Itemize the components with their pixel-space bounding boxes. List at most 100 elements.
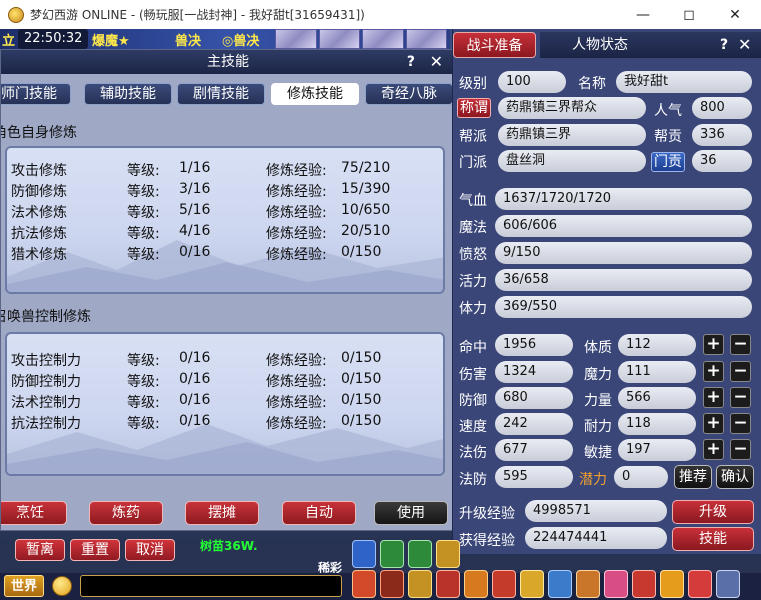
toolbar-icon[interactable] — [380, 570, 404, 598]
cancel-button[interactable]: 取消 — [125, 539, 175, 561]
popularity-field: 800 — [692, 97, 752, 119]
close-icon[interactable]: ✕ — [712, 0, 758, 29]
party-portrait[interactable] — [405, 29, 447, 49]
minus-button[interactable]: − — [730, 439, 751, 460]
level-label: 等级: — [127, 226, 160, 242]
help-icon[interactable]: ? — [407, 50, 415, 74]
stat-value: 242 — [495, 413, 573, 435]
minimize-icon[interactable]: — — [620, 0, 666, 29]
self-cultivation-box: 攻击修炼 等级: 1/16 修炼经验: 75/210 防御修炼 等级: 3/16… — [5, 146, 445, 294]
toolbar-icon[interactable] — [464, 570, 488, 598]
level-label: 等级: — [127, 247, 160, 263]
cultivation-name: 防御控制力 — [11, 374, 81, 390]
title-label-button[interactable]: 称谓 — [457, 98, 491, 118]
attr-value: 118 — [618, 413, 696, 435]
mp-label: 魔法 — [459, 220, 487, 236]
cultivation-row[interactable]: 防御控制力 等级: 0/16 修炼经验: 0/150 — [7, 371, 443, 391]
exp-value: 0/150 — [341, 350, 382, 366]
alchemy-button[interactable]: 炼药 — [89, 501, 163, 525]
reset-button[interactable]: 重置 — [70, 539, 120, 561]
toolbar-icon[interactable] — [380, 540, 404, 568]
plus-button[interactable]: + — [703, 387, 724, 408]
cook-button[interactable]: 烹饪 — [1, 501, 67, 525]
party-portrait[interactable] — [275, 29, 317, 49]
toolbar-icon[interactable] — [352, 570, 376, 598]
hud-strip-text: ◎兽决 — [222, 34, 260, 49]
school-contrib-label-button[interactable]: 门贡 — [651, 152, 685, 172]
toolbar-icon[interactable] — [576, 570, 600, 598]
toolbar-icon[interactable] — [548, 570, 572, 598]
cultivation-row[interactable]: 抗法控制力 等级: 0/16 修炼经验: 0/150 — [7, 413, 443, 433]
close-icon[interactable]: ✕ — [738, 32, 751, 58]
maximize-icon[interactable]: ◻ — [666, 0, 712, 29]
status-panel-titlebar[interactable]: 人物状态 ? ✕ — [540, 32, 761, 58]
attr-value: 197 — [618, 439, 696, 461]
toolbar-icon[interactable] — [408, 540, 432, 568]
toolbar-icon[interactable] — [408, 570, 432, 598]
plus-button[interactable]: + — [703, 413, 724, 434]
popularity-label: 人气 — [654, 103, 682, 119]
skills-button[interactable]: 技能 — [672, 527, 754, 551]
chat-input[interactable] — [80, 575, 342, 597]
party-portrait[interactable] — [362, 29, 404, 49]
cultivation-row[interactable]: 攻击修炼 等级: 1/16 修炼经验: 75/210 — [7, 160, 443, 180]
toolbar-icon[interactable] — [352, 540, 376, 568]
help-icon[interactable]: ? — [720, 32, 728, 58]
cultivation-row[interactable]: 防御修炼 等级: 3/16 修炼经验: 15/390 — [7, 181, 443, 201]
exp-label: 修炼经验: — [266, 395, 327, 411]
toolbar-icon[interactable] — [632, 570, 656, 598]
upgrade-button[interactable]: 升级 — [672, 500, 754, 524]
toolbar-icon[interactable] — [604, 570, 628, 598]
plus-button[interactable]: + — [703, 334, 724, 355]
scene-text: 树苗36W. — [200, 539, 258, 553]
cultivation-name: 法术控制力 — [11, 395, 81, 411]
party-portraits[interactable] — [275, 29, 447, 49]
level-label: 级别 — [459, 76, 487, 92]
toolbar-icon[interactable] — [688, 570, 712, 598]
recommend-button[interactable]: 推荐 — [674, 465, 712, 489]
tab-school-skills[interactable]: 师门技能 — [1, 83, 71, 105]
minus-button[interactable]: − — [730, 413, 751, 434]
plus-button[interactable]: + — [703, 361, 724, 382]
toolbar-icon[interactable] — [660, 570, 684, 598]
emoji-icon[interactable] — [52, 576, 72, 596]
skill-panel-titlebar[interactable]: 主技能 ? ✕ — [1, 50, 455, 74]
close-icon[interactable]: ✕ — [430, 50, 443, 74]
cultivation-row[interactable]: 猎术修炼 等级: 0/16 修炼经验: 0/150 — [7, 244, 443, 264]
stat-label: 速度 — [459, 419, 487, 435]
toolbar-icon[interactable] — [492, 570, 516, 598]
minus-button[interactable]: − — [730, 387, 751, 408]
cultivation-row[interactable]: 法术修炼 等级: 5/16 修炼经验: 10/650 — [7, 202, 443, 222]
guild-contrib-field: 336 — [692, 124, 752, 146]
tab-meridians[interactable]: 奇经八脉 — [365, 83, 453, 105]
exp-label: 修炼经验: — [266, 374, 327, 390]
cultivation-row[interactable]: 法术控制力 等级: 0/16 修炼经验: 0/150 — [7, 392, 443, 412]
minus-button[interactable]: − — [730, 361, 751, 382]
guild-contrib-label: 帮贡 — [654, 129, 682, 145]
level-value: 0/16 — [179, 350, 211, 366]
use-button[interactable]: 使用 — [374, 501, 448, 525]
toolbar-icon[interactable] — [436, 540, 460, 568]
minus-button[interactable]: − — [730, 334, 751, 355]
tab-support-skills[interactable]: 辅助技能 — [84, 83, 172, 105]
battle-prep-tab[interactable]: 战斗准备 — [453, 32, 536, 58]
level-label: 等级: — [127, 374, 160, 390]
cultivation-row[interactable]: 抗法修炼 等级: 4/16 修炼经验: 20/510 — [7, 223, 443, 243]
party-portrait[interactable] — [318, 29, 360, 49]
tab-cultivation-skills[interactable]: 修炼技能 — [271, 83, 359, 105]
cultivation-name: 抗法修炼 — [11, 226, 67, 242]
plus-button[interactable]: + — [703, 439, 724, 460]
level-value: 0/16 — [179, 371, 211, 387]
tab-story-skills[interactable]: 剧情技能 — [177, 83, 265, 105]
cultivation-row[interactable]: 攻击控制力 等级: 0/16 修炼经验: 0/150 — [7, 350, 443, 370]
toolbar-icon[interactable] — [716, 570, 740, 598]
confirm-button[interactable]: 确认 — [716, 465, 754, 489]
away-button[interactable]: 暂离 — [15, 539, 65, 561]
toolbar-icon[interactable] — [436, 570, 460, 598]
auto-button[interactable]: 自动 — [282, 501, 356, 525]
stall-button[interactable]: 摆摊 — [185, 501, 259, 525]
toolbar-icon[interactable] — [520, 570, 544, 598]
world-channel-button[interactable]: 世界 — [4, 575, 44, 597]
school-contrib-field: 36 — [692, 150, 752, 172]
cultivation-name: 防御修炼 — [11, 184, 67, 200]
